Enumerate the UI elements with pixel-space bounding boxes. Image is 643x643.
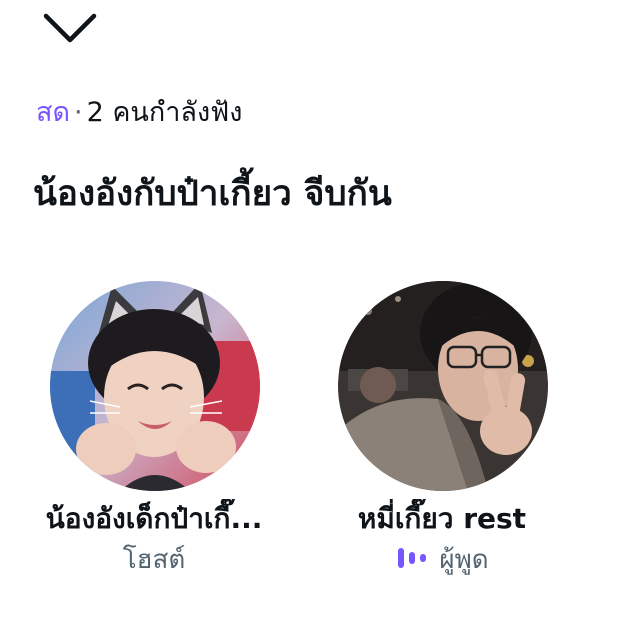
listener-count: 2 คนกำลังฟัง [86,97,243,128]
profile-photo [50,281,260,491]
participant-role: โฮสต์ [122,545,186,575]
space-status: สด · 2 คนกำลังฟัง [36,93,242,133]
avatar[interactable] [50,281,260,491]
profile-photo [338,281,548,491]
participant-role-row: ผู้พูด [302,541,582,579]
collapse-button[interactable] [38,6,102,50]
participant-name: น้องอังเด็กป๋าเกี๊... [45,502,263,535]
separator: · [74,97,83,128]
participant-speaker[interactable]: หมี่เกี๊ยว rest ผู้พูด [302,281,582,581]
avatar[interactable] [338,281,548,491]
speaking-icon [398,547,427,568]
participant-name: หมี่เกี๊ยว rest [357,502,527,535]
participant-host[interactable]: น้องอังเด็กป๋าเกี๊... โฮสต์ [14,281,294,581]
space-title: น้องอังกับป๋าเกี้ยว จีบกัน [33,174,392,214]
live-label: สด [36,97,71,128]
participant-role: ผู้พูด [439,545,489,575]
chevron-down-icon [43,13,97,43]
space-panel: สด · 2 คนกำลังฟัง น้องอังกับป๋าเกี้ยว จีบก… [0,0,643,643]
